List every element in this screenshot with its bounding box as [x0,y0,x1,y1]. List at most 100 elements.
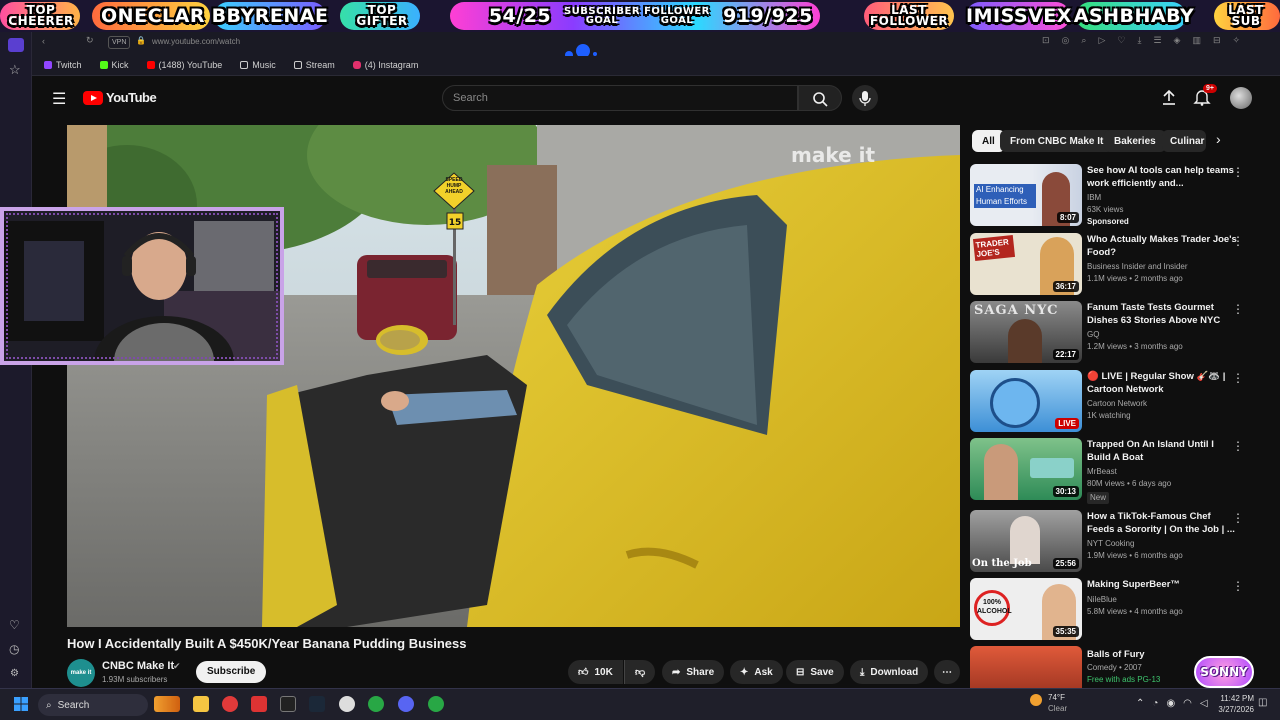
search-button[interactable] [798,85,842,111]
download-toolbar-icon[interactable]: ⤓ [1137,35,1141,46]
steam-icon[interactable] [309,696,325,712]
workspace-icon[interactable] [8,38,24,52]
xbox-app-icon[interactable] [428,696,444,712]
more-vert-icon[interactable]: ⋮ [1232,302,1244,316]
recommendation-thumbnail[interactable]: SAGA NYC 22:17 [970,301,1082,363]
share-button[interactable]: ➦ Share [662,660,725,684]
discord-icon[interactable] [398,696,414,712]
more-vert-icon[interactable]: ⋮ [1232,511,1244,525]
taskbar-search[interactable]: ⌕ Search [38,694,148,716]
more-vert-icon[interactable]: ⋮ [1232,165,1244,179]
menu-icon[interactable]: ☰ [1153,35,1161,46]
recommendation-title[interactable]: Trapped On An Island Until I Build A Boa… [1087,438,1237,464]
taskbar-widget-icon[interactable] [154,696,180,712]
bookmark-twitch[interactable]: Twitch [44,60,82,70]
bookmark-youtube[interactable]: (1488) YouTube [146,60,222,70]
recommendation-thumbnail[interactable]: AI Enhancing Human Efforts 8:07 [970,164,1082,226]
recommendation-item[interactable]: AI Enhancing Human Efforts 8:07 See how … [970,164,1270,226]
vpn-badge[interactable]: VPN [108,36,131,49]
camera-icon[interactable]: ◎ [1062,35,1070,46]
ai-icon[interactable]: ✧ [1233,35,1241,46]
star-icon[interactable]: ☆ [9,62,21,78]
recommendation-channel[interactable]: Cartoon Network [1087,398,1147,410]
play-icon[interactable]: ▷ [1098,35,1105,46]
recommendation-title[interactable]: 🔴 LIVE | Regular Show 🎸🦝 | Cartoon Netwo… [1087,370,1237,396]
search-page-icon[interactable]: ⌕ [1081,35,1086,46]
app-icon[interactable] [251,696,267,712]
recommendation-item[interactable]: 30:13 Trapped On An Island Until I Build… [970,438,1270,504]
recommendation-channel[interactable]: NYT Cooking [1087,538,1134,550]
windows-start-icon[interactable] [14,697,28,716]
volume-icon[interactable]: ◁ [1200,698,1208,709]
download-button[interactable]: ⤓ Download [850,660,929,684]
wifi-icon[interactable]: ◠ [1183,698,1192,709]
recommendation-title[interactable]: Fanum Taste Tests Gourmet Dishes 63 Stor… [1087,301,1237,327]
chip-culinary[interactable]: Culinar [1162,130,1206,152]
extension-icon[interactable]: ◈ [1174,35,1181,46]
more-vert-icon[interactable]: ⋮ [1232,579,1244,593]
bookmark-music[interactable]: Music [240,60,276,70]
epic-games-icon[interactable] [280,696,296,712]
hamburger-menu-icon[interactable]: ☰ [52,89,66,109]
ask-button[interactable]: ✦ Ask [730,660,783,684]
like-button[interactable]: 👍︎ 10K [568,660,623,684]
chip-bakeries[interactable]: Bakeries [1104,130,1166,152]
url-field[interactable]: www.youtube.com/watch [152,37,240,46]
sidebar-toggle-icon[interactable]: ⊟ [1213,35,1221,46]
recommendation-thumbnail[interactable]: 30:13 [970,438,1082,500]
recommendation-title[interactable]: How a TikTok-Famous Chef Feeds a Sororit… [1087,510,1237,536]
wallet-icon[interactable]: ▥ [1192,35,1201,46]
heart-toolbar-icon[interactable]: ♡ [1117,35,1125,46]
recommendation-thumbnail[interactable]: LIVE [970,370,1082,432]
obs-icon[interactable] [339,696,355,712]
recommendation-title[interactable]: Who Actually Makes Trader Joe's Food? [1087,233,1237,259]
save-button[interactable]: ⊟ Save [786,660,844,684]
chip-from-channel[interactable]: From CNBC Make It [1000,130,1114,152]
recommendation-title[interactable]: Making SuperBeer™ [1087,578,1237,591]
chevron-right-icon[interactable]: › [1216,131,1221,147]
history-icon[interactable]: ◷ [9,642,19,656]
recommendation-channel[interactable]: GQ [1087,329,1099,341]
bookmark-kick[interactable]: Kick [99,60,129,70]
recommendation-thumbnail[interactable]: 100% ALCOHOL 35:35 [970,578,1082,640]
heart-icon[interactable]: ♡ [9,618,20,632]
dislike-button[interactable]: 👎︎ [624,660,656,684]
recommendation-channel[interactable]: MrBeast [1087,466,1117,478]
recommendation-thumbnail[interactable]: TRADER JOE'S 36:17 [970,233,1082,295]
channel-name[interactable]: CNBC Make It [102,660,174,672]
recommendation-item[interactable]: 100% ALCOHOL 35:35 Making SuperBeer™ Nil… [970,578,1270,640]
weather-temp[interactable]: 74°F [1048,693,1065,702]
avatar[interactable] [1230,87,1252,109]
recommendation-thumbnail[interactable]: On the Job 25:56 [970,510,1082,572]
reload-icon[interactable]: ↻ [86,35,94,46]
recommendation-title[interactable]: See how AI tools can help teams work eff… [1087,164,1237,190]
more-vert-icon[interactable]: ⋮ [1232,439,1244,453]
recommendation-item[interactable]: On the Job 25:56 How a TikTok-Famous Che… [970,510,1270,572]
recommendation-item[interactable]: SAGA NYC 22:17 Fanum Taste Tests Gourmet… [970,301,1270,363]
more-vert-icon[interactable]: ⋮ [1232,234,1244,248]
bookmark-stream[interactable]: Stream [293,60,335,70]
video-player[interactable]: 15 make it SPEED HUMP AHEAD [67,125,960,627]
more-actions-button[interactable]: ⋯ [934,660,960,684]
voice-search-button[interactable] [852,85,878,111]
upload-button[interactable] [1160,88,1178,111]
opera-icon[interactable] [222,696,238,712]
recommendation-thumbnail[interactable] [970,646,1082,688]
more-vert-icon[interactable]: ⋮ [1232,371,1244,385]
app-tray-icon[interactable]: ◉ [1166,698,1175,709]
notification-center-icon[interactable]: ◫ [1258,697,1267,708]
screenshot-icon[interactable]: ⊡ [1042,35,1050,46]
network-icon[interactable]: ◔ [1152,698,1158,709]
recommendation-item[interactable]: TRADER JOE'S 36:17 Who Actually Makes Tr… [970,233,1270,295]
chevron-up-icon[interactable]: ⌃ [1136,698,1144,709]
clock-time[interactable]: 11:42 PM [1214,694,1254,703]
back-icon[interactable]: ‹ [42,36,45,46]
recommendation-channel[interactable]: NileBlue [1087,594,1117,606]
file-explorer-icon[interactable] [193,696,209,712]
settings-icon[interactable]: ⚙ [10,668,19,679]
recommendation-channel[interactable]: Business Insider and Insider [1087,261,1188,273]
bookmark-instagram[interactable]: (4) Instagram [352,60,418,70]
recommendation-item[interactable]: LIVE 🔴 LIVE | Regular Show 🎸🦝 | Cartoon … [970,370,1270,432]
recommendation-channel[interactable]: IBM [1087,192,1101,204]
youtube-logo[interactable]: YouTube [83,90,157,105]
